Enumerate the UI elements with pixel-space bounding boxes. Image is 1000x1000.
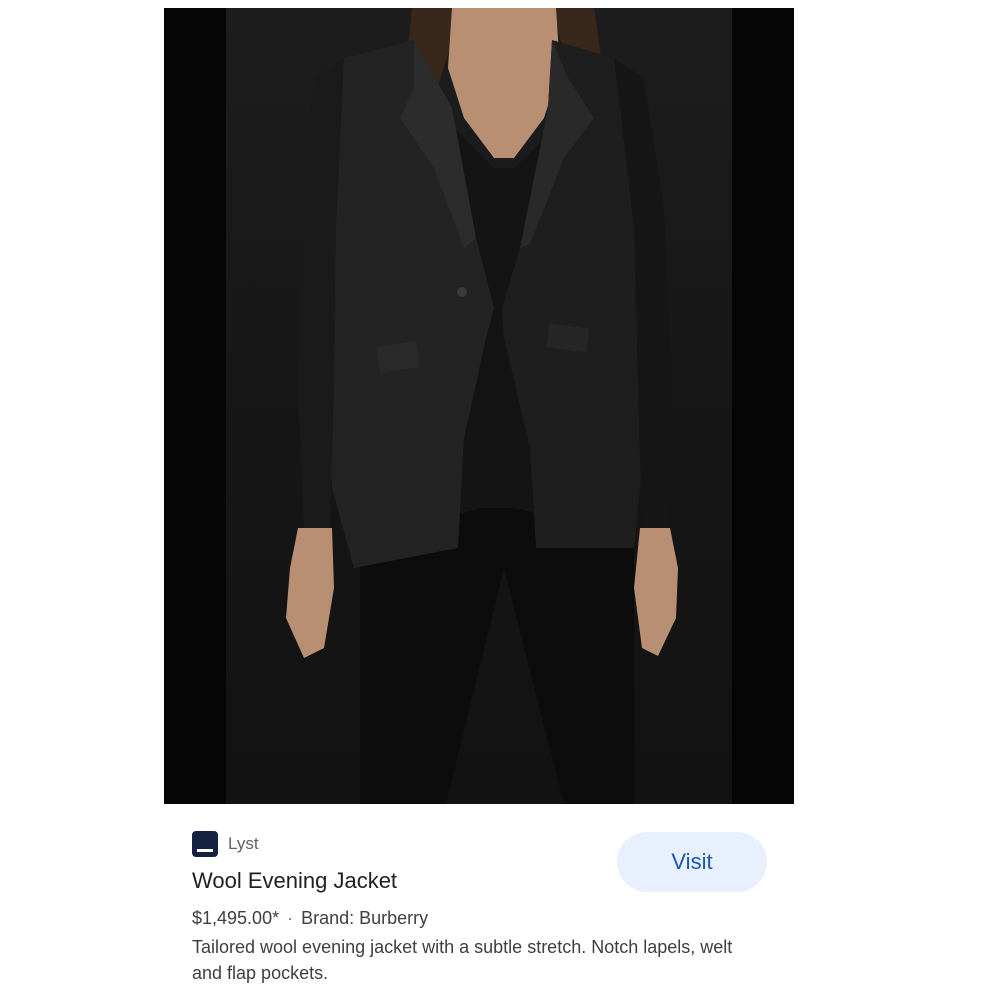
product-brand: Brand: Burberry <box>301 908 429 928</box>
lyst-favicon-icon <box>192 831 218 857</box>
product-title[interactable]: Wool Evening Jacket <box>192 868 397 894</box>
product-image[interactable] <box>164 8 794 804</box>
jacket-illustration <box>286 8 678 804</box>
product-meta: $1,495.00* · Brand: Burberry <box>192 908 428 929</box>
product-price: $1,495.00* <box>192 908 280 928</box>
meta-separator: · <box>287 908 294 928</box>
source-name: Lyst <box>228 834 259 853</box>
source-row[interactable]: Lyst <box>192 831 259 857</box>
visit-button[interactable]: Visit <box>617 832 767 892</box>
product-description: Tailored wool evening jacket with a subt… <box>192 937 733 983</box>
